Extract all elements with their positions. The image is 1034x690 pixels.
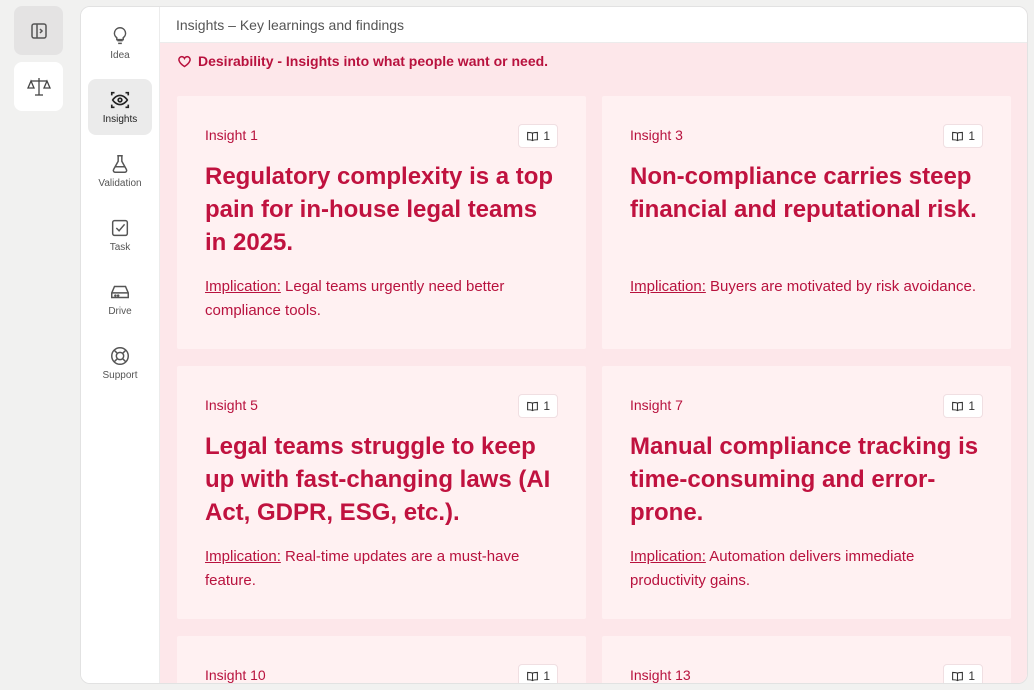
nav-item-task[interactable]: Task (88, 207, 152, 263)
sidebar-toggle-button[interactable] (14, 6, 63, 55)
insight-implication: Implication: Legal teams urgently need b… (205, 275, 565, 323)
insights-content: Insights – Key learnings and findings De… (160, 7, 1027, 683)
source-count: 1 (968, 129, 975, 143)
insight-title: Non-compliance carries steep financial a… (630, 163, 977, 223)
implication-label: Implication: (630, 548, 706, 565)
panel-toggle-icon (30, 22, 47, 39)
nav-item-drive[interactable]: Drive (88, 271, 152, 327)
checkbox-icon (111, 219, 129, 237)
icon-sidebar: Idea Insights Validation Task Drive Supp… (81, 7, 160, 683)
insight-label: Insight 13 (630, 667, 691, 683)
nav-item-insights[interactable]: Insights (88, 79, 152, 135)
implication-label: Implication: (630, 278, 706, 295)
implication-text: Buyers are motivated by risk avoidance. (710, 278, 977, 295)
heart-icon (178, 55, 191, 67)
book-icon (952, 131, 964, 141)
lightbulb-icon (113, 27, 127, 45)
insight-title: Manual compliance tracking is time-consu… (630, 433, 979, 526)
book-icon (952, 671, 964, 681)
nav-item-validation[interactable]: Validation (88, 143, 152, 199)
insight-title: Legal teams struggle to keep up with fas… (205, 433, 551, 526)
insight-card[interactable]: Insight 3 1 Non-compliance carries steep… (602, 96, 1011, 349)
source-count: 1 (968, 669, 975, 683)
nav-item-label: Insights (102, 114, 138, 125)
source-count: 1 (968, 399, 975, 413)
source-badge[interactable]: 1 (518, 664, 558, 683)
insight-label: Insight 1 (205, 127, 258, 143)
hard-drive-icon (111, 285, 129, 299)
implication-label: Implication: (205, 278, 281, 295)
app-logo-button[interactable] (14, 62, 63, 111)
insight-card[interactable]: Insight 7 1 Manual compliance tracking i… (602, 366, 1011, 619)
section-label: Desirability - Insights into what people… (198, 53, 549, 69)
implication-label: Implication: (205, 548, 281, 565)
nav-item-label: Drive (108, 306, 132, 317)
insight-card[interactable]: Insight 1 1 Regulatory complexity is a t… (177, 96, 586, 349)
section-header: Desirability - Insights into what people… (177, 53, 548, 69)
book-icon (952, 401, 964, 411)
source-count: 1 (543, 399, 550, 413)
scales-icon (26, 77, 51, 96)
book-icon (527, 401, 539, 411)
eye-scan-icon (110, 91, 130, 109)
source-badge[interactable]: 1 (943, 124, 983, 148)
insight-implication: Implication: Real-time updates are a mus… (205, 545, 565, 593)
insight-card[interactable]: Insight 5 1 Legal teams struggle to keep… (177, 366, 586, 619)
insight-card[interactable]: Insight 10 1 (177, 636, 586, 683)
insight-card[interactable]: Insight 13 1 (602, 636, 1011, 683)
nav-item-label: Idea (110, 50, 130, 61)
nav-item-support[interactable]: Support (88, 335, 152, 391)
book-icon (527, 131, 539, 141)
insight-implication: Implication: Automation delivers immedia… (630, 545, 990, 593)
lifebuoy-icon (111, 347, 129, 365)
insight-label: Insight 7 (630, 397, 683, 413)
source-count: 1 (543, 129, 550, 143)
nav-item-label: Validation (98, 178, 142, 189)
book-icon (527, 671, 539, 681)
insight-implication: Implication: Buyers are motivated by ris… (630, 275, 990, 299)
insight-label: Insight 3 (630, 127, 683, 143)
insight-label: Insight 10 (205, 667, 266, 683)
insight-title: Regulatory complexity is a top pain for … (205, 163, 554, 256)
main-window: Idea Insights Validation Task Drive Supp… (80, 6, 1028, 684)
flask-icon (112, 155, 128, 173)
nav-item-idea[interactable]: Idea (88, 15, 152, 71)
source-badge[interactable]: 1 (943, 394, 983, 418)
source-badge[interactable]: 1 (943, 664, 983, 683)
nav-item-label: Task (109, 242, 131, 253)
source-badge[interactable]: 1 (518, 394, 558, 418)
insight-label: Insight 5 (205, 397, 258, 413)
nav-item-label: Support (102, 370, 138, 381)
source-count: 1 (543, 669, 550, 683)
page-title: Insights – Key learnings and findings (160, 7, 1027, 43)
source-badge[interactable]: 1 (518, 124, 558, 148)
